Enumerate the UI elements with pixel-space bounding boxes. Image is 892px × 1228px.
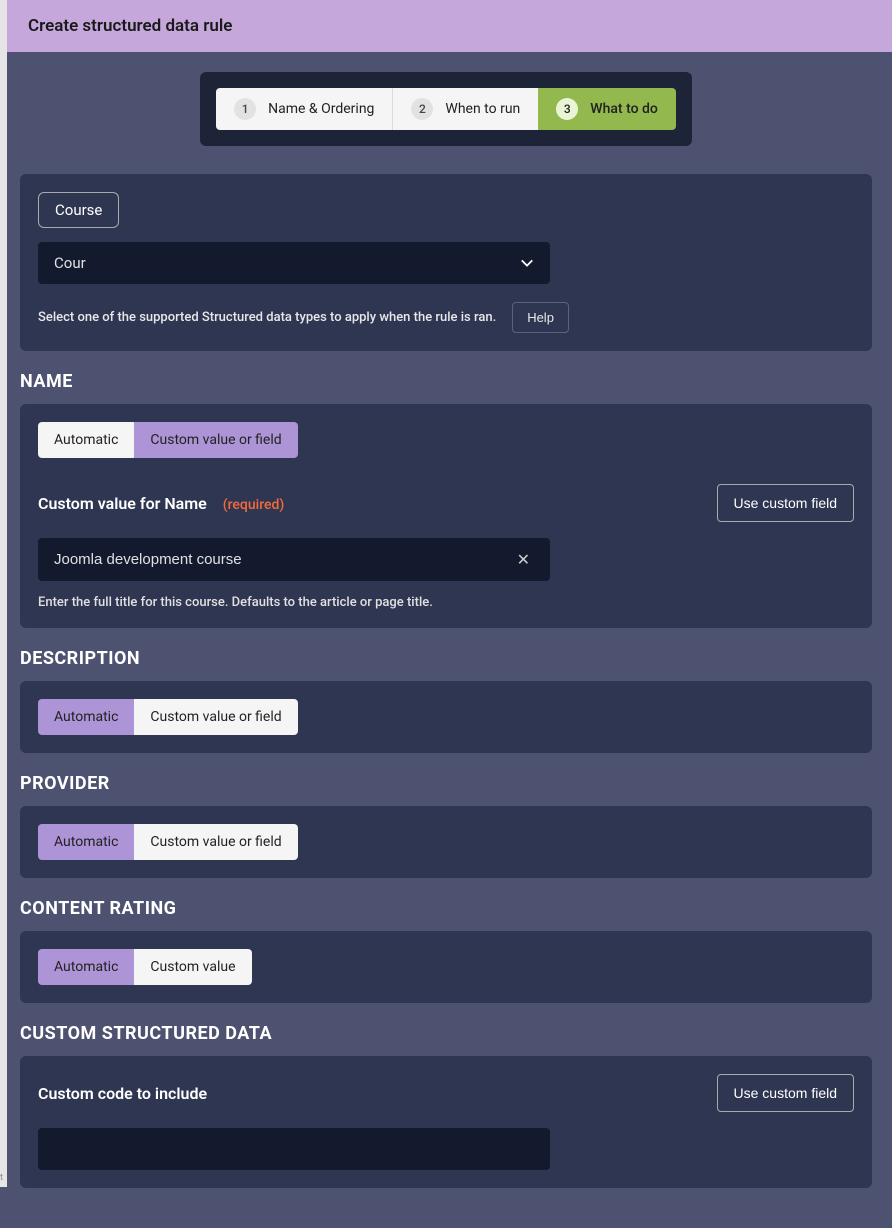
edge-text: t [0,1173,3,1183]
custom-code-label: Custom code to include [38,1084,207,1103]
stepper-step-what-to-do[interactable]: 3 What to do [538,88,676,130]
name-input[interactable] [54,551,513,568]
type-badge[interactable]: Course [38,192,119,228]
page-title: Create structured data rule [0,0,892,52]
name-toggle-automatic[interactable]: Automatic [38,422,134,458]
left-gutter [0,0,7,1187]
use-custom-field-button-2[interactable]: Use custom field [717,1074,854,1112]
content: 1 Name & Ordering 2 When to run 3 What t… [0,52,892,1228]
step-number: 1 [234,98,256,120]
type-panel: Course Cour Select one of the supported … [20,174,872,351]
name-toggle-custom[interactable]: Custom value or field [134,422,297,458]
chevron-down-icon [520,256,534,270]
help-button[interactable]: Help [512,302,569,333]
type-help-text: Select one of the supported Structured d… [38,310,496,325]
step-number: 2 [411,98,433,120]
provider-toggle-custom[interactable]: Custom value or field [134,824,297,860]
provider-panel: Automatic Custom value or field [20,806,872,878]
step-label: What to do [590,101,658,117]
step-number: 3 [556,98,578,120]
name-hint: Enter the full title for this course. De… [38,595,854,610]
section-heading-name: NAME [20,371,872,392]
stepper: 1 Name & Ordering 2 When to run 3 What t… [200,72,692,146]
stepper-step-when-to-run[interactable]: 2 When to run [392,88,538,130]
description-panel: Automatic Custom value or field [20,681,872,753]
name-toggle: Automatic Custom value or field [38,422,298,458]
clear-icon[interactable]: ✕ [513,550,534,569]
custom-code-area[interactable] [38,1128,550,1170]
section-heading-provider: PROVIDER [20,773,872,794]
custom-structured-panel: Custom code to include Use custom field [20,1056,872,1188]
stepper-container: 1 Name & Ordering 2 When to run 3 What t… [20,72,872,146]
description-toggle-custom[interactable]: Custom value or field [134,699,297,735]
description-toggle-automatic[interactable]: Automatic [38,699,134,735]
name-field-header: Custom value for Name (required) Use cus… [38,484,854,522]
name-field-label: Custom value for Name [38,494,207,513]
required-tag: (required) [223,497,285,513]
name-input-wrap: ✕ [38,538,550,581]
content-rating-panel: Automatic Custom value [20,931,872,1003]
step-label: When to run [445,101,520,117]
provider-toggle: Automatic Custom value or field [38,824,298,860]
name-field-label-wrap: Custom value for Name (required) [38,494,284,513]
step-label: Name & Ordering [268,101,374,117]
section-heading-description: DESCRIPTION [20,648,872,669]
help-row: Select one of the supported Structured d… [38,302,854,333]
content-rating-toggle: Automatic Custom value [38,949,252,985]
type-select-value: Cour [54,254,86,272]
custom-code-header: Custom code to include Use custom field [38,1074,854,1112]
name-panel: Automatic Custom value or field Custom v… [20,404,872,628]
content-rating-toggle-automatic[interactable]: Automatic [38,949,134,985]
section-heading-custom-structured: CUSTOM STRUCTURED DATA [20,1023,872,1044]
use-custom-field-button[interactable]: Use custom field [717,484,854,522]
provider-toggle-automatic[interactable]: Automatic [38,824,134,860]
content-rating-toggle-custom[interactable]: Custom value [134,949,251,985]
section-heading-content-rating: CONTENT RATING [20,898,872,919]
description-toggle: Automatic Custom value or field [38,699,298,735]
type-select[interactable]: Cour [38,242,550,284]
stepper-step-name-ordering[interactable]: 1 Name & Ordering [216,88,392,130]
